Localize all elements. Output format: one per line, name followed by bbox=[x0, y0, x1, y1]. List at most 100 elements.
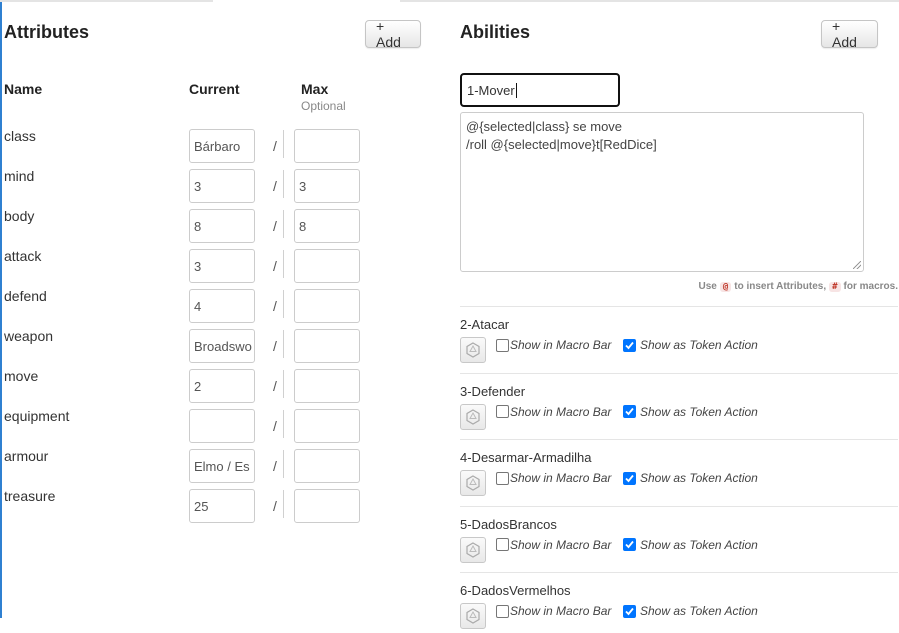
divider bbox=[283, 330, 284, 358]
macro-bar-option[interactable]: Show in Macro Bar bbox=[496, 338, 611, 352]
current-max-separator: / bbox=[273, 258, 277, 274]
attribute-name: armour bbox=[4, 448, 49, 464]
ability-item[interactable]: 6-DadosVermelhos Show in Macro Bar Show as… bbox=[460, 583, 898, 633]
attribute-row: defend 4 / bbox=[0, 288, 400, 323]
attribute-max-value: 3 bbox=[299, 178, 307, 194]
attribute-current-input[interactable]: 3 bbox=[189, 249, 255, 283]
hint-text: Use bbox=[698, 281, 717, 292]
attribute-name: move bbox=[4, 368, 39, 384]
macro-bar-checkbox[interactable] bbox=[496, 538, 509, 551]
token-action-checkbox[interactable] bbox=[623, 538, 636, 551]
ability-name-input[interactable]: 1-Mover bbox=[460, 73, 620, 107]
attribute-current-value: Bárbaro bbox=[194, 138, 241, 154]
resize-handle-icon[interactable] bbox=[853, 261, 861, 269]
current-max-separator: / bbox=[273, 378, 277, 394]
attribute-current-value: 8 bbox=[194, 218, 202, 234]
token-action-label: Show as Token Action bbox=[640, 471, 758, 485]
column-header-max: Max bbox=[301, 81, 329, 97]
attribute-max-input[interactable] bbox=[294, 369, 360, 403]
attribute-current-input[interactable]: 4 bbox=[189, 289, 255, 323]
column-header-name: Name bbox=[4, 81, 43, 97]
attribute-row: move 2 / bbox=[0, 368, 400, 403]
current-max-separator: / bbox=[273, 218, 277, 234]
macro-bar-checkbox[interactable] bbox=[496, 338, 509, 352]
token-action-option[interactable]: Show as Token Action bbox=[623, 338, 758, 352]
ability-label[interactable]: 6-DadosVermelhos bbox=[460, 583, 571, 598]
macro-bar-option[interactable]: Show in Macro Bar bbox=[496, 604, 611, 618]
attribute-current-input[interactable]: Bárbaro bbox=[189, 129, 255, 163]
attribute-current-input[interactable]: 3 bbox=[189, 169, 255, 203]
attribute-max-input[interactable] bbox=[294, 489, 360, 523]
ability-item[interactable]: 5-DadosBrancos Show in Macro Bar Show as T… bbox=[460, 517, 898, 567]
attribute-current-input[interactable]: 2 bbox=[189, 369, 255, 403]
text-caret bbox=[515, 82, 517, 98]
attribute-name: attack bbox=[4, 248, 42, 264]
add-ability-button[interactable]: + Add bbox=[821, 18, 878, 50]
macro-bar-option[interactable]: Show in Macro Bar bbox=[496, 405, 611, 419]
attribute-current-value: 2 bbox=[194, 378, 202, 394]
macro-bar-option[interactable]: Show in Macro Bar bbox=[496, 538, 611, 552]
ability-label[interactable]: 4-Desarmar-Armadilha bbox=[460, 450, 591, 465]
macro-bar-label: Show in Macro Bar bbox=[510, 471, 612, 485]
current-max-separator: / bbox=[273, 458, 277, 474]
token-action-option[interactable]: Show as Token Action bbox=[623, 405, 758, 419]
token-action-option[interactable]: Show as Token Action bbox=[623, 604, 758, 618]
token-action-option[interactable]: Show as Token Action bbox=[623, 471, 758, 485]
macro-bar-option[interactable]: Show in Macro Bar bbox=[496, 471, 611, 485]
ability-label[interactable]: 3-Defender bbox=[460, 384, 525, 399]
token-action-checkbox[interactable] bbox=[623, 471, 636, 485]
ability-item[interactable]: 4-Desarmar-Armadilha Show in Macro Bar Sho… bbox=[460, 450, 898, 500]
token-action-checkbox[interactable] bbox=[623, 405, 636, 418]
token-action-checkbox[interactable] bbox=[623, 338, 636, 352]
hint-text: to insert Attributes, bbox=[734, 281, 827, 292]
attribute-max-input[interactable] bbox=[294, 329, 360, 363]
dice-icon[interactable] bbox=[460, 603, 486, 629]
macro-bar-checkbox[interactable] bbox=[496, 471, 509, 485]
ability-item[interactable]: 2-Atacar Show in Macro Bar Show as Token A… bbox=[460, 317, 898, 367]
attribute-name: class bbox=[4, 128, 36, 144]
attribute-max-input[interactable] bbox=[294, 289, 360, 323]
dice-icon[interactable] bbox=[460, 403, 486, 430]
attribute-current-input[interactable]: Elmo / Es bbox=[189, 449, 255, 483]
macro-bar-checkbox[interactable] bbox=[496, 604, 509, 618]
macro-bar-checkbox[interactable] bbox=[496, 405, 509, 418]
divider bbox=[283, 250, 284, 278]
attribute-name: body bbox=[4, 208, 35, 224]
attribute-row: mind 3 / 3 bbox=[0, 168, 400, 203]
attribute-max-input[interactable] bbox=[294, 449, 360, 483]
token-action-checkbox[interactable] bbox=[623, 604, 636, 618]
attributes-title: Attributes bbox=[4, 22, 89, 42]
macro-bar-label: Show in Macro Bar bbox=[510, 404, 612, 419]
ability-label[interactable]: 2-Atacar bbox=[460, 317, 509, 332]
divider bbox=[283, 210, 284, 238]
ability-divider bbox=[460, 572, 898, 573]
dice-icon[interactable] bbox=[460, 470, 486, 496]
attribute-max-input[interactable]: 3 bbox=[294, 169, 360, 203]
attribute-max-input[interactable] bbox=[294, 129, 360, 163]
attribute-current-input[interactable] bbox=[189, 409, 255, 443]
attribute-row: weapon Broadswo / bbox=[0, 328, 400, 363]
dice-icon[interactable] bbox=[460, 536, 486, 563]
divider bbox=[283, 170, 284, 198]
add-attribute-button[interactable]: + Add bbox=[365, 18, 421, 50]
attribute-current-input[interactable]: 8 bbox=[189, 209, 255, 243]
attribute-max-input[interactable] bbox=[294, 409, 360, 443]
ability-label[interactable]: 5-DadosBrancos bbox=[460, 517, 557, 532]
attribute-max-input[interactable]: 8 bbox=[294, 209, 360, 243]
attribute-current-value: 4 bbox=[194, 298, 202, 314]
current-max-separator: / bbox=[273, 298, 277, 314]
attribute-current-input[interactable]: Broadswo bbox=[189, 329, 255, 363]
ability-item[interactable]: 3-Defender Show in Macro Bar Show as Token… bbox=[460, 384, 898, 434]
ability-divider bbox=[460, 372, 898, 374]
dice-icon[interactable] bbox=[460, 337, 486, 363]
token-action-label: Show as Token Action bbox=[640, 537, 758, 552]
attribute-max-input[interactable] bbox=[294, 249, 360, 283]
macro-line: /roll @{selected|move}t[RedDice] bbox=[466, 137, 657, 152]
attribute-current-input[interactable]: 25 bbox=[189, 489, 255, 523]
divider bbox=[283, 410, 284, 438]
tab-border-line bbox=[0, 0, 213, 2]
abilities-title: Abilities bbox=[460, 22, 531, 42]
token-action-option[interactable]: Show as Token Action bbox=[623, 538, 758, 552]
ability-macro-textarea[interactable]: @{selected|class} se move /roll @{select… bbox=[460, 112, 864, 272]
attribute-row: armour Elmo / Es / bbox=[0, 448, 400, 483]
